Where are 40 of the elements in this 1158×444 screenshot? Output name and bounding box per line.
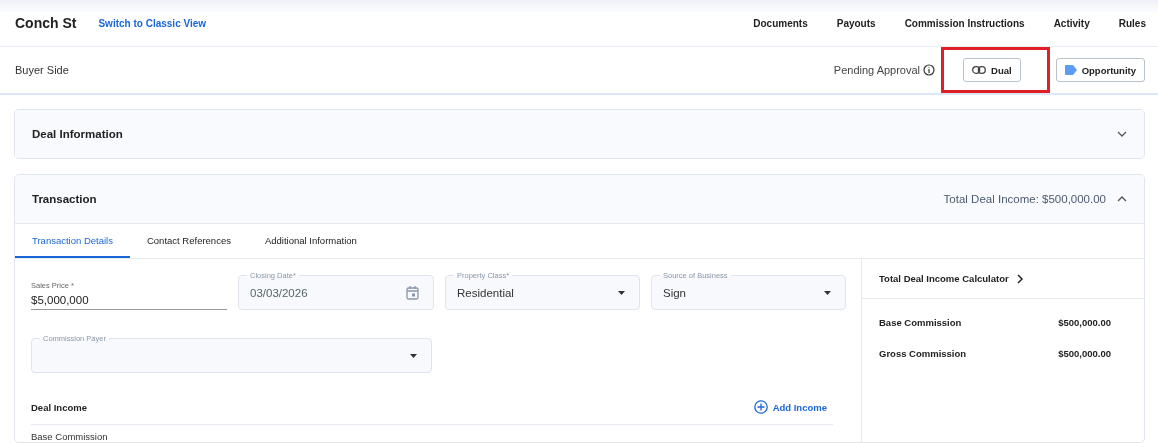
side-label: Buyer Side bbox=[15, 64, 69, 76]
field-value: $5,000,000 bbox=[31, 294, 90, 306]
section-heading: Deal Income bbox=[31, 401, 87, 413]
section-header[interactable]: Transaction Total Deal Income: $500,000.00 bbox=[15, 175, 1144, 223]
opportunity-button[interactable]: Opportunity bbox=[1055, 58, 1145, 82]
nav-link[interactable]: Activity bbox=[1053, 17, 1090, 29]
field-value: 03/03/2026 bbox=[250, 286, 309, 299]
status-text: Pending Approval bbox=[833, 64, 921, 76]
nav-link[interactable]: Documents bbox=[753, 17, 808, 29]
classic-view-link[interactable]: Switch to Classic View bbox=[98, 17, 207, 29]
section-title: Deal Information bbox=[32, 128, 123, 140]
deal-title: Conch St bbox=[15, 15, 77, 31]
info-icon bbox=[923, 64, 936, 76]
caret-down-icon bbox=[618, 290, 625, 295]
field-value: Sign bbox=[663, 286, 688, 299]
chevron-right-icon bbox=[1016, 273, 1023, 284]
calc-value: $500,000.00 bbox=[1058, 348, 1111, 359]
add-income-button[interactable]: Add Income bbox=[747, 399, 833, 415]
tab[interactable]: Contact References bbox=[129, 224, 248, 258]
calc-value: $500,000.00 bbox=[1058, 317, 1111, 328]
section-title: Transaction bbox=[32, 193, 97, 205]
total-deal-income: Total Deal Income: $500,000.00 bbox=[943, 193, 1106, 205]
nav-link[interactable]: Commission Instructions bbox=[904, 17, 1025, 29]
field-value: Residential bbox=[457, 286, 515, 299]
link-icon bbox=[972, 66, 987, 74]
calculator-link[interactable]: Total Deal Income Calculator bbox=[862, 259, 1144, 299]
nav-link[interactable]: Rules bbox=[1118, 17, 1146, 29]
tag-icon bbox=[1064, 65, 1077, 75]
calc-label: Gross Commission bbox=[879, 348, 967, 359]
plus-circle-icon bbox=[753, 400, 768, 414]
caret-down-icon bbox=[824, 290, 831, 295]
calc-label: Base Commission bbox=[879, 317, 962, 328]
calendar-icon bbox=[406, 285, 419, 300]
dual-button[interactable]: Dual bbox=[963, 58, 1021, 82]
caret-down-icon bbox=[410, 353, 417, 358]
tab[interactable]: Transaction Details bbox=[15, 224, 130, 258]
income-label: Base Commission bbox=[31, 431, 109, 442]
nav-link[interactable]: Payouts bbox=[836, 17, 876, 29]
section-header[interactable]: Deal Information bbox=[15, 110, 1144, 158]
tab[interactable]: Additional Information bbox=[247, 224, 374, 258]
